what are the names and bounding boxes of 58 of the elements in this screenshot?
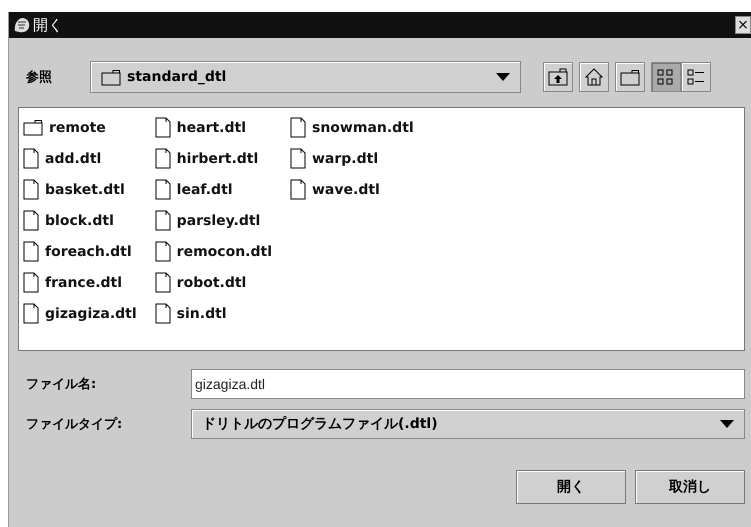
file-name-field[interactable]: gizagiza.dtl xyxy=(191,368,745,398)
app-icon xyxy=(13,16,31,34)
details-view-icon xyxy=(687,68,705,86)
file-icon xyxy=(290,117,306,138)
home-icon xyxy=(585,68,603,86)
look-in-label: 参照 xyxy=(25,69,53,86)
file-item[interactable]: gizagiza.dtl xyxy=(23,298,143,329)
file-item[interactable]: wave.dtl xyxy=(290,174,420,205)
file-icon xyxy=(154,303,171,324)
file-item[interactable]: block.dtl xyxy=(23,205,143,236)
dropdown-arrow-icon xyxy=(496,73,510,81)
file-type-label: ファイルタイプ: xyxy=(25,416,124,432)
folder-icon xyxy=(23,119,43,136)
folder-up-icon xyxy=(548,68,568,86)
file-item[interactable]: remocon.dtl xyxy=(154,236,278,267)
file-icon xyxy=(290,148,306,169)
list-view-icon xyxy=(657,68,675,86)
file-icon xyxy=(290,179,306,200)
list-button[interactable] xyxy=(651,62,681,92)
file-item[interactable]: foreach.dtl xyxy=(23,236,143,267)
file-icon xyxy=(23,179,39,200)
file-item[interactable]: basket.dtl xyxy=(23,174,143,205)
file-item[interactable]: hirbert.dtl xyxy=(154,143,278,174)
file-icon xyxy=(23,241,39,262)
folder-icon xyxy=(620,68,640,86)
up-button[interactable] xyxy=(543,62,573,92)
window-title: 開く xyxy=(33,16,63,34)
newfolder-button[interactable] xyxy=(615,62,645,92)
file-icon xyxy=(23,210,39,231)
file-icon xyxy=(154,117,171,138)
file-icon xyxy=(154,148,171,169)
look-in-dropdown[interactable]: standard_dtl xyxy=(90,61,521,93)
file-icon xyxy=(154,241,171,262)
close-button[interactable]: × xyxy=(735,16,751,34)
file-icon xyxy=(23,272,39,293)
file-item[interactable]: leaf.dtl xyxy=(154,174,278,205)
file-type-dropdown[interactable]: ドリトルのプログラムファイル(.dtl) xyxy=(191,408,745,438)
folder-icon xyxy=(101,68,121,86)
open-button[interactable]: 開く xyxy=(516,470,626,504)
file-item[interactable]: snowman.dtl xyxy=(290,112,420,143)
file-item[interactable]: robot.dtl xyxy=(154,267,278,298)
file-icon xyxy=(23,148,39,169)
file-item[interactable]: heart.dtl xyxy=(154,112,278,143)
file-item[interactable]: sin.dtl xyxy=(154,298,278,329)
details-button[interactable] xyxy=(681,62,711,92)
file-icon xyxy=(154,179,171,200)
file-item[interactable]: add.dtl xyxy=(23,143,143,174)
cancel-button[interactable]: 取消し xyxy=(635,470,745,504)
dropdown-arrow-icon xyxy=(720,420,734,428)
file-icon xyxy=(23,303,39,324)
file-icon xyxy=(154,272,171,293)
file-item[interactable]: france.dtl xyxy=(23,267,143,298)
folder-item[interactable]: remote xyxy=(23,112,143,143)
file-item[interactable]: parsley.dtl xyxy=(154,205,278,236)
file-name-label: ファイル名: xyxy=(25,376,98,392)
home-button[interactable] xyxy=(579,62,609,92)
file-icon xyxy=(154,210,171,231)
file-item[interactable]: warp.dtl xyxy=(290,143,420,174)
